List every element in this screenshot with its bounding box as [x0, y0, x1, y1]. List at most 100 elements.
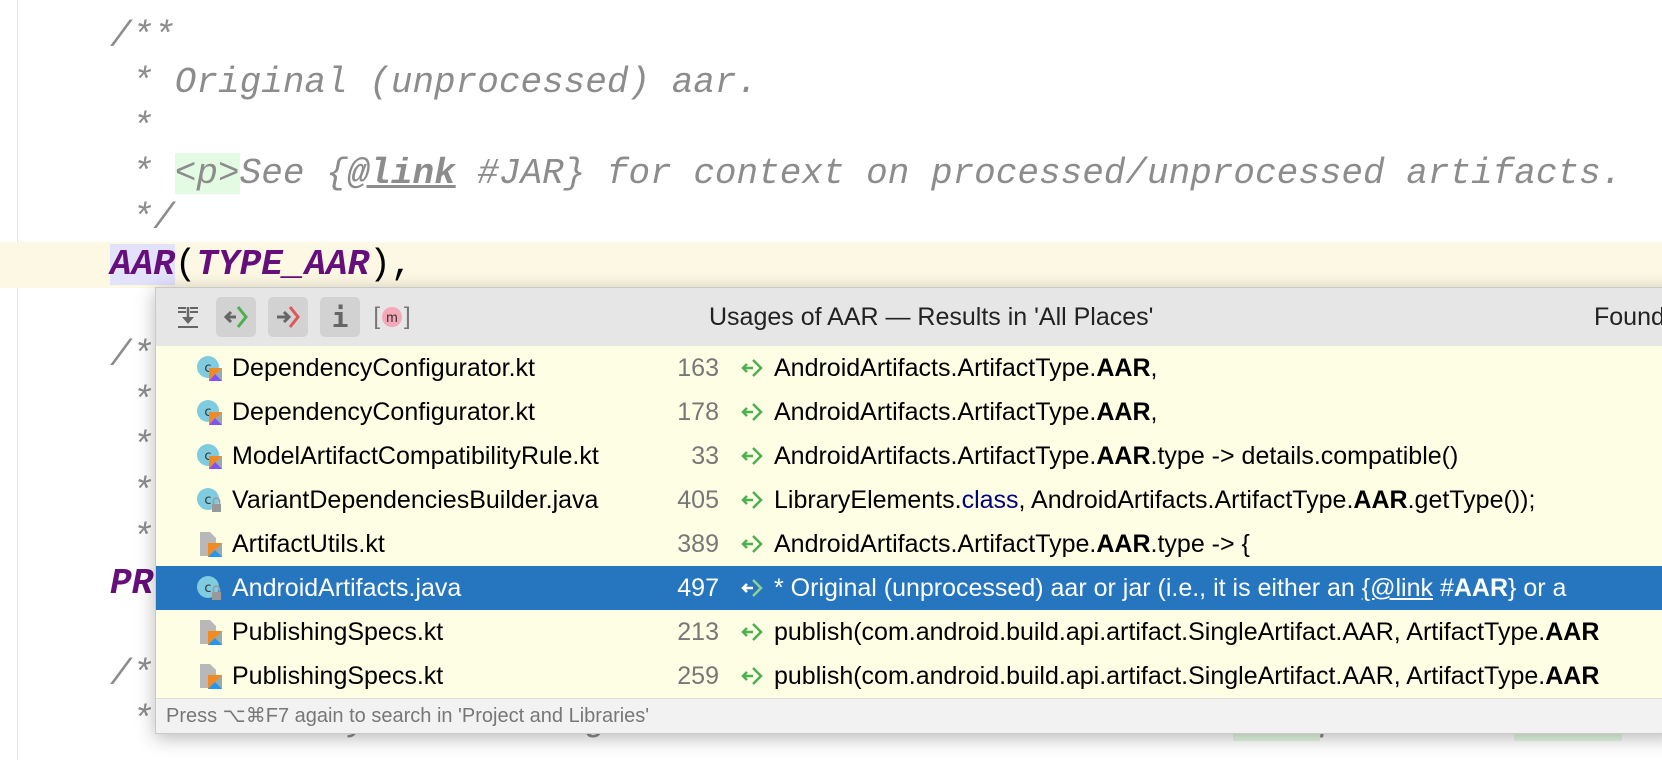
text-segment: , [1150, 398, 1158, 426]
text-segment: PR [110, 563, 154, 605]
usages-popup: i [m] Usages of AAR — Results in 'All Pl… [155, 287, 1662, 734]
usage-code-snippet: AndroidArtifacts.ArtifactType.AAR.type -… [774, 434, 1458, 478]
text-segment: AAR [1096, 354, 1151, 382]
read-usages-icon [223, 306, 248, 328]
text-segment: <p> [174, 152, 240, 194]
read-access-icon [741, 447, 763, 465]
popup-header: i [m] Usages of AAR — Results in 'All Pl… [156, 288, 1662, 346]
info-icon: i [331, 300, 349, 334]
java-class-icon: c [197, 488, 221, 512]
text-segment: publish(com.android.build.api.artifact.S… [774, 662, 1546, 690]
text-segment: .type -> details.compatible() [1150, 442, 1459, 470]
code-line: /* [110, 333, 153, 379]
write-usages-button[interactable] [268, 297, 308, 337]
text-segment: * [110, 472, 154, 513]
text-segment: LibraryElements. [774, 486, 962, 514]
code-line: * [110, 470, 154, 516]
text-segment: /* [110, 654, 154, 696]
usage-file-name: PublishingSpecs.kt [232, 618, 444, 646]
code-line: * [110, 516, 154, 562]
popup-footer-hint: Press ⌥⌘F7 again to search in 'Project a… [156, 698, 1662, 733]
usage-line-number: 497 [677, 574, 719, 602]
usage-file-name: DependencyConfigurator.kt [232, 398, 535, 426]
code-line: * [110, 424, 154, 470]
code-line: * Original (unprocessed) aar. [110, 60, 759, 106]
usage-row[interactable]: PublishingSpecs.kt 213 publish(com.android… [156, 610, 1662, 654]
usage-row[interactable]: c VariantDependenciesBuilder.java 405 Libra… [156, 478, 1662, 522]
expand-all-button[interactable] [168, 297, 208, 337]
text-segment: See { [239, 152, 348, 194]
text-segment: ( [174, 244, 197, 285]
code-line: /* [110, 652, 153, 698]
text-segment: @link [347, 152, 456, 194]
kotlin-class-icon: c [197, 356, 222, 381]
usage-line-number: 163 [677, 354, 719, 382]
text-segment: .type -> { [1150, 530, 1250, 558]
kotlin-file-icon [200, 664, 222, 689]
usage-code-snippet: * Original (unprocessed) aar or jar (i.e… [774, 566, 1566, 610]
text-segment: AAR [1545, 662, 1600, 690]
text-segment: * Original (unprocessed) aar or jar (i.e… [774, 574, 1362, 602]
usage-line-number: 213 [677, 618, 719, 646]
usage-line-number: 389 [677, 530, 719, 558]
text-segment: AndroidArtifacts.ArtifactType. [774, 354, 1097, 382]
code-line: * [110, 105, 154, 151]
usage-row[interactable]: c AndroidArtifacts.java 497 * Original (unp… [156, 566, 1662, 610]
svg-text:c: c [204, 493, 211, 508]
kotlin-class-icon: c [197, 444, 222, 469]
read-access-icon [741, 403, 763, 421]
usage-line-number: 33 [691, 442, 719, 470]
usage-line-number: 259 [677, 662, 719, 690]
text-segment: * [110, 426, 154, 468]
usage-row[interactable]: c ModelArtifactCompatibilityRule.kt 33 Andr… [156, 434, 1662, 478]
java-class-icon: c [197, 576, 221, 600]
method-badge: m [382, 307, 402, 327]
usage-file-name: VariantDependenciesBuilder.java [232, 486, 599, 514]
read-usages-button[interactable] [216, 297, 256, 337]
usages-list: c DependencyConfigurator.kt 163 AndroidArti… [156, 346, 1662, 698]
usage-code-snippet: AndroidArtifacts.ArtifactType.AAR, [774, 390, 1157, 434]
code-line: /** [110, 14, 175, 60]
usage-row[interactable]: PublishingSpecs.kt 259 publish(com.android… [156, 654, 1662, 698]
popup-title: Usages of AAR — Results in 'All Places' [709, 303, 1154, 331]
method-filter-button[interactable]: [m] [372, 297, 412, 337]
text-segment: AAR [1096, 398, 1151, 426]
text-segment: #JAR} for context on processed/unprocess… [455, 152, 1623, 194]
code-line: * <p>See {@link #JAR} for context on pro… [110, 151, 1622, 197]
usage-row[interactable]: ArtifactUtils.kt 389 AndroidArtifacts.Arti… [156, 522, 1662, 566]
usage-row[interactable]: c DependencyConfigurator.kt 178 AndroidArti… [156, 390, 1662, 434]
usage-file-name: ModelArtifactCompatibilityRule.kt [232, 442, 599, 470]
usage-file-name: DependencyConfigurator.kt [232, 354, 535, 382]
text-segment: } or a [1508, 574, 1567, 602]
usage-line-number: 178 [677, 398, 719, 426]
text-segment: * [110, 380, 154, 422]
usage-row[interactable]: c DependencyConfigurator.kt 163 AndroidArti… [156, 346, 1662, 390]
text-segment: # [1433, 574, 1454, 602]
text-segment: * [110, 517, 154, 559]
found-count: Found [1594, 303, 1662, 331]
text-segment: AAR [1453, 574, 1509, 602]
text-segment: {@link [1361, 574, 1433, 602]
text-segment: publish(com.android.build.api.artifact.S… [774, 618, 1546, 646]
text-segment: , [1150, 354, 1158, 382]
code-line: AAR(TYPE_AAR), [110, 242, 412, 288]
text-segment: ), [369, 244, 413, 285]
read-access-icon [741, 491, 763, 509]
usage-code-snippet: LibraryElements.class, AndroidArtifacts.… [774, 478, 1535, 522]
read-access-icon [741, 623, 763, 641]
kotlin-file-icon [200, 620, 222, 645]
text-segment: AAR [1545, 618, 1600, 646]
read-access-icon [741, 535, 763, 553]
kotlin-class-icon: c [197, 400, 222, 425]
expand-all-icon [178, 307, 198, 328]
info-button[interactable]: i [320, 297, 360, 337]
text-segment: * Original (unprocessed) aar. [110, 61, 759, 103]
read-access-icon [741, 359, 763, 377]
text-segment: AAR [1096, 530, 1151, 558]
text-segment: AndroidArtifacts.ArtifactType. [774, 442, 1097, 470]
text-segment: TYPE_AAR [196, 244, 370, 285]
text-segment: AndroidArtifacts.ArtifactType. [774, 398, 1097, 426]
text-segment: * [110, 107, 154, 149]
text-segment: AAR [1353, 486, 1408, 514]
svg-text:c: c [204, 581, 211, 596]
